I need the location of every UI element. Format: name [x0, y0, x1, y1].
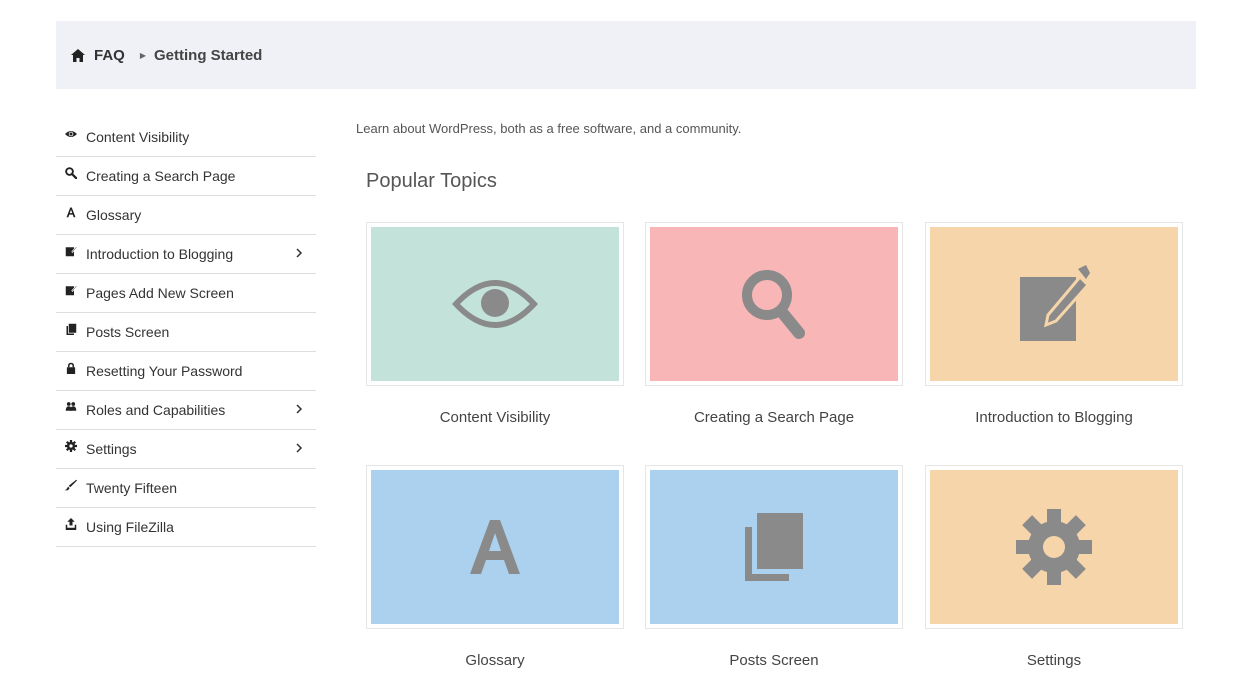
- copy-icon: [64, 322, 78, 336]
- eye-icon: [64, 127, 78, 141]
- sidebar-item-label: Pages Add New Screen: [86, 285, 234, 301]
- topic-card-image: [371, 227, 619, 381]
- home-icon[interactable]: [71, 48, 85, 62]
- topic-card-posts-screen[interactable]: [645, 465, 903, 629]
- edit-icon: [64, 244, 78, 258]
- copy-icon: [745, 513, 803, 581]
- topic-card-image: [930, 227, 1178, 381]
- topic-label[interactable]: Settings: [925, 652, 1183, 669]
- intro-text: Learn about WordPress, both as a free so…: [356, 121, 742, 136]
- sidebar-item-label: Settings: [86, 441, 137, 457]
- gear-icon: [1016, 509, 1092, 585]
- sidebar-item-twenty-fifteen[interactable]: Twenty Fifteen: [56, 469, 316, 508]
- eye-icon: [452, 280, 538, 328]
- sidebar-item-introduction-to-blogging[interactable]: Introduction to Blogging: [56, 235, 316, 274]
- users-icon: [64, 400, 78, 414]
- topic-label[interactable]: Creating a Search Page: [645, 409, 903, 426]
- edit-icon: [1020, 265, 1090, 341]
- topic-card-image: [650, 470, 898, 624]
- font-icon: [470, 520, 520, 574]
- lock-icon: [64, 361, 78, 375]
- upload-icon: [64, 517, 78, 531]
- topic-label[interactable]: Glossary: [366, 652, 624, 669]
- sidebar-item-using-filezilla[interactable]: Using FileZilla: [56, 508, 316, 547]
- sidebar-item-content-visibility[interactable]: Content Visibility: [56, 118, 316, 157]
- topic-card-creating-search-page[interactable]: [645, 222, 903, 386]
- sidebar-item-label: Introduction to Blogging: [86, 246, 234, 262]
- topic-label[interactable]: Content Visibility: [366, 409, 624, 426]
- brush-icon: [64, 478, 78, 492]
- topic-card-settings[interactable]: [925, 465, 1183, 629]
- breadcrumb-separator-icon: ▶: [139, 50, 146, 60]
- sidebar-item-pages-add-new-screen[interactable]: Pages Add New Screen: [56, 274, 316, 313]
- sidebar-item-label: Posts Screen: [86, 324, 170, 340]
- sidebar-item-glossary[interactable]: Glossary: [56, 196, 316, 235]
- topic-card-introduction-to-blogging[interactable]: [925, 222, 1183, 386]
- sidebar-item-settings[interactable]: Settings: [56, 430, 316, 469]
- chevron-right-icon: [296, 404, 303, 414]
- breadcrumb-faq-link[interactable]: FAQ: [94, 47, 125, 64]
- font-icon: [64, 205, 78, 219]
- breadcrumb: FAQ ▶ Getting Started: [56, 21, 1196, 89]
- sidebar-item-label: Roles and Capabilities: [86, 402, 226, 418]
- sidebar-item-label: Glossary: [86, 207, 142, 223]
- sidebar-item-label: Creating a Search Page: [86, 168, 236, 184]
- topic-card-image: [650, 227, 898, 381]
- topic-label[interactable]: Introduction to Blogging: [925, 409, 1183, 426]
- chevron-right-icon: [296, 248, 303, 258]
- topic-card-glossary[interactable]: [366, 465, 624, 629]
- sidebar-item-label: Twenty Fifteen: [86, 480, 178, 496]
- breadcrumb-current: Getting Started: [154, 46, 263, 64]
- topic-card-image: [930, 470, 1178, 624]
- sidebar-item-label: Content Visibility: [86, 129, 190, 145]
- sidebar-item-creating-search-page[interactable]: Creating a Search Page: [56, 157, 316, 196]
- sidebar-item-resetting-your-password[interactable]: Resetting Your Password: [56, 352, 316, 391]
- chevron-right-icon: [296, 443, 303, 453]
- sidebar-nav: Content Visibility Creating a Search Pag…: [56, 118, 316, 547]
- topic-card-content-visibility[interactable]: [366, 222, 624, 386]
- search-icon: [742, 269, 805, 339]
- gear-icon: [64, 439, 78, 453]
- popular-topics-heading: Popular Topics: [366, 170, 497, 192]
- topic-label[interactable]: Posts Screen: [645, 652, 903, 669]
- edit-icon: [64, 283, 78, 297]
- topic-card-image: [371, 470, 619, 624]
- search-icon: [64, 166, 78, 180]
- sidebar-item-label: Using FileZilla: [86, 519, 174, 535]
- sidebar-item-posts-screen[interactable]: Posts Screen: [56, 313, 316, 352]
- sidebar-item-label: Resetting Your Password: [86, 363, 243, 379]
- sidebar-item-roles-and-capabilities[interactable]: Roles and Capabilities: [56, 391, 316, 430]
